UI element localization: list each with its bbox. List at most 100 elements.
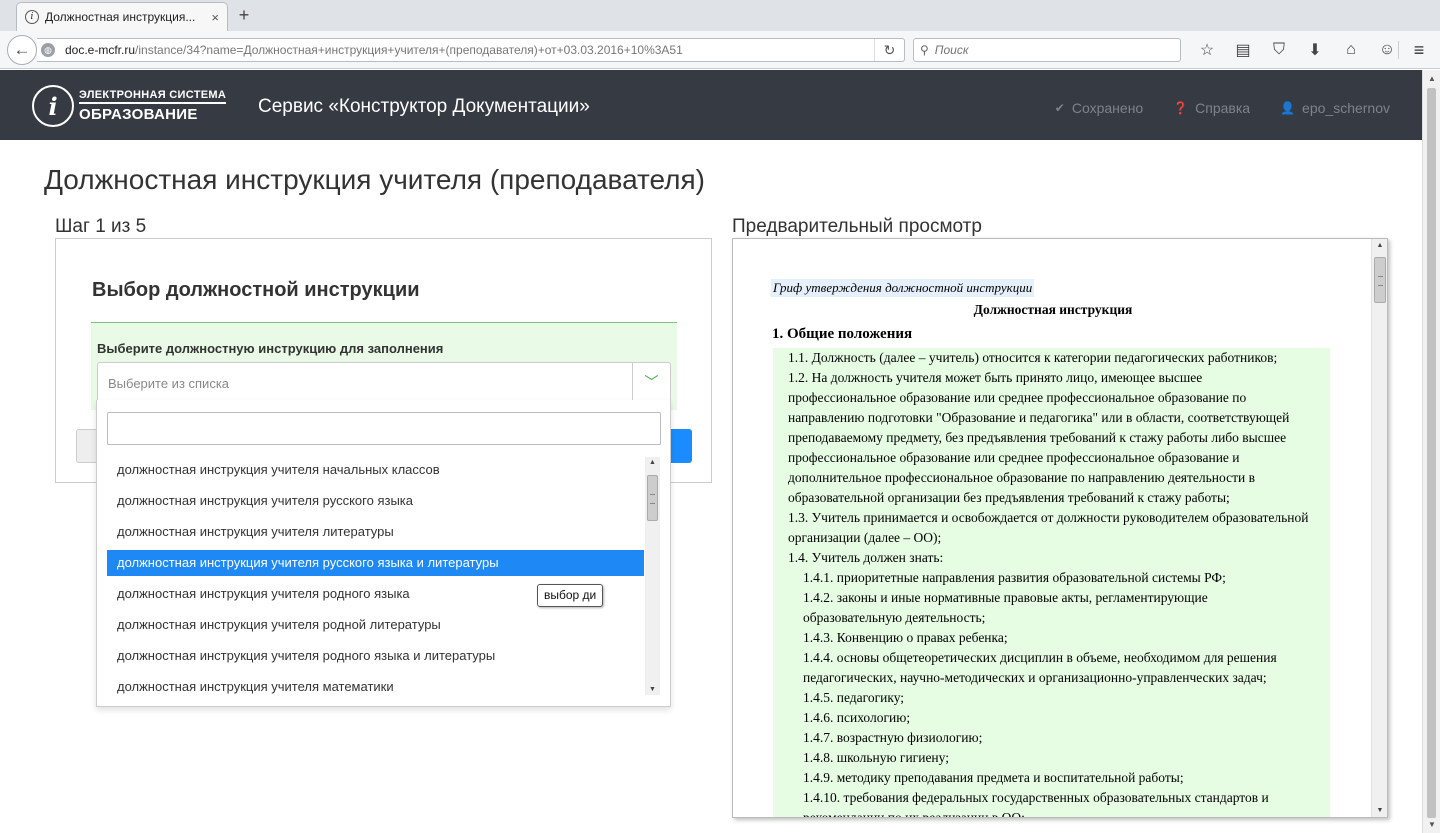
site-logo[interactable]: i ЭЛЕКТРОННАЯ СИСТЕМА ОБРАЗОВАНИЕ: [32, 85, 227, 127]
preview-line: профессиональное образование или среднее…: [788, 450, 1240, 465]
preview-line: рекомендации по их реализации в ОО;: [803, 810, 1025, 818]
preview-line: 1.4.10. требования федеральных государст…: [803, 790, 1269, 805]
bookmark-star-icon[interactable]: ☆: [1189, 40, 1225, 60]
preview-line: 1.4.2. законы и иные нормативные правовы…: [803, 590, 1208, 605]
globe-icon: ◍: [41, 43, 55, 57]
step-indicator: Шаг 1 из 5: [55, 216, 147, 237]
hamburger-menu-icon[interactable]: ≡: [1408, 39, 1430, 61]
preview-line: 1.4.6. психологию;: [803, 710, 911, 725]
question-circle-icon: ❓: [1173, 101, 1189, 115]
header-actions: ✔ Сохранено ❓ Справка 👤 epo_schernov: [1025, 100, 1390, 116]
preview-scroll-thumb[interactable]: [1374, 257, 1386, 303]
preview-scrollbar[interactable]: ▲ ▼: [1371, 239, 1387, 817]
preview-line: 1.4. Учитель должен знать:: [788, 550, 944, 565]
dropdown-scroll-thumb[interactable]: [647, 475, 658, 521]
logo-line-1: ЭЛЕКТРОННАЯ СИСТЕМА: [79, 89, 227, 104]
preview-line: 1.3. Учитель принимается и освобождается…: [788, 510, 1309, 525]
section-title: 1. Общие положения: [772, 326, 913, 342]
preview-line: 1.4.1. приоритетные направления развития…: [803, 570, 1226, 585]
dropdown-option[interactable]: должностная инструкция учителя математик…: [107, 674, 644, 695]
dropdown-option[interactable]: должностная инструкция учителя начальных…: [107, 457, 644, 483]
back-button[interactable]: ←: [7, 35, 37, 65]
search-icon: ⚲: [920, 43, 929, 57]
checkmark-icon: ✔: [1054, 101, 1065, 115]
preview-scroll-down-icon[interactable]: ▼: [1372, 807, 1387, 814]
pocket-icon[interactable]: ⛉: [1261, 41, 1297, 59]
document-title: Должностная инструкция: [973, 302, 1133, 317]
dropdown-search-input[interactable]: [107, 412, 661, 445]
instruction-select-group: Выберите должностную инструкцию для запо…: [91, 322, 677, 410]
saved-status: ✔ Сохранено: [1055, 100, 1143, 116]
approval-stamp-placeholder: Гриф утверждения должностной инструкции: [771, 279, 1035, 297]
url-text[interactable]: doc.e-mcfr.ru/instance/34?name=Должностн…: [65, 43, 874, 57]
page-scroll-thumb[interactable]: [1427, 88, 1436, 818]
page-scrollbar[interactable]: ▲ ▼: [1422, 70, 1440, 833]
browser-tab[interactable]: i Должностная инструкция... ×: [16, 2, 228, 31]
preview-line: образовательную деятельность;: [803, 610, 986, 625]
preview-line: 1.4.7. возрастную физиологию;: [803, 730, 983, 745]
hello-chat-icon[interactable]: ☺: [1369, 41, 1405, 59]
browser-search-input[interactable]: [932, 42, 1163, 58]
dropdown-option[interactable]: должностная инструкция учителя русского …: [107, 550, 644, 576]
preview-line: 1.1. Должность (далее – учитель) относит…: [788, 350, 1278, 365]
dropdown-scrollbar[interactable]: ▲ ▼: [645, 457, 660, 695]
option-tooltip: выбор ди: [537, 584, 604, 607]
tab-close-icon[interactable]: ×: [211, 10, 219, 25]
next-step-button[interactable]: [668, 429, 692, 463]
preview-line: 1.4.3. Конвенцию о правах ребенка;: [803, 630, 1008, 645]
reload-icon[interactable]: ↻: [874, 39, 904, 61]
dropdown-option[interactable]: должностная инструкция учителя литератур…: [107, 519, 644, 545]
select-field-label: Выберите должностную инструкцию для запо…: [97, 341, 444, 356]
service-title: Сервис «Конструктор Документации»: [258, 96, 590, 117]
preview-line: 1.2. На должность учителя может быть при…: [788, 370, 1203, 385]
help-link[interactable]: ❓ Справка: [1173, 100, 1250, 116]
select-placeholder: Выберите из списка: [108, 376, 230, 391]
dropdown-options-list: должностная инструкция учителя начальных…: [107, 457, 644, 695]
saved-label: Сохранено: [1071, 100, 1144, 116]
preview-scroll-up-icon[interactable]: ▲: [1372, 242, 1387, 249]
browser-nav-bar: ← ◍ doc.e-mcfr.ru/instance/34?name=Должн…: [0, 31, 1440, 69]
page-title: Должностная инструкция учителя (преподав…: [44, 164, 706, 195]
scroll-down-arrow-icon[interactable]: ▼: [1423, 820, 1440, 829]
dropdown-scroll-up-icon[interactable]: ▲: [645, 459, 660, 466]
address-bar[interactable]: ◍ doc.e-mcfr.ru/instance/34?name=Должнос…: [37, 38, 905, 62]
preview-line: профессиональное образование или среднее…: [788, 390, 1247, 405]
logo-line-2: ОБРАЗОВАНИЕ: [79, 106, 198, 123]
reading-list-icon[interactable]: ▤: [1225, 40, 1261, 60]
preview-line: преподаваемому предмету, без предъявлени…: [788, 430, 1287, 445]
home-icon[interactable]: ⌂: [1333, 41, 1369, 59]
site-header: i ЭЛЕКТРОННАЯ СИСТЕМА ОБРАЗОВАНИЕ Сервис…: [0, 70, 1422, 140]
new-tab-button[interactable]: +: [235, 5, 253, 25]
document-preview: Гриф утверждения должностной инструкции …: [732, 238, 1388, 818]
download-icon[interactable]: ⬇: [1297, 40, 1333, 60]
preview-line: 1.4.9. методику преподавания предмета и …: [803, 770, 1184, 785]
panel-heading: Выбор должностной инструкции: [92, 279, 420, 301]
preview-line: направлению подготовки "Образование и пе…: [788, 410, 1290, 425]
preview-line: педагогических, научно-методических и ор…: [803, 670, 1267, 685]
instruction-select[interactable]: Выберите из списка ﹀: [97, 362, 671, 402]
url-path: /instance/34?name=Должностная+инструкция…: [135, 43, 683, 57]
user-menu[interactable]: 👤 epo_schernov: [1280, 100, 1390, 116]
preview-line: 1.4.8. школьную гигиену;: [803, 750, 949, 765]
toolbar-separator: [1398, 41, 1399, 59]
preview-line: организации (далее – ОО);: [788, 530, 942, 545]
dropdown-option[interactable]: должностная инструкция учителя родной ли…: [107, 612, 644, 638]
user-icon: 👤: [1280, 101, 1296, 115]
preview-label: Предварительный просмотр: [732, 216, 982, 237]
preview-line: 1.4.5. педагогику;: [803, 690, 905, 705]
user-name: epo_schernov: [1302, 100, 1390, 116]
toolbar-icons: ☆ ▤ ⛉ ⬇ ⌂ ☺: [1189, 38, 1405, 62]
tab-title: Должностная инструкция...: [45, 10, 196, 24]
browser-search-bar[interactable]: ⚲: [913, 38, 1181, 62]
scroll-up-arrow-icon[interactable]: ▲: [1423, 74, 1440, 83]
browser-tab-bar: i Должностная инструкция... × +: [0, 0, 1440, 31]
instruction-dropdown: должностная инструкция учителя начальных…: [96, 400, 671, 707]
dropdown-option[interactable]: должностная инструкция учителя родного я…: [107, 643, 644, 669]
dropdown-scroll-down-icon[interactable]: ▼: [645, 686, 660, 693]
dropdown-option[interactable]: должностная инструкция учителя русского …: [107, 488, 644, 514]
chevron-down-icon[interactable]: ﹀: [632, 363, 670, 401]
preview-line: образовательной организации без предъявл…: [788, 490, 1230, 505]
help-label: Справка: [1195, 100, 1251, 116]
site-favicon-icon: i: [25, 10, 39, 24]
preview-line: дополнительное профессиональное образова…: [788, 470, 1255, 485]
